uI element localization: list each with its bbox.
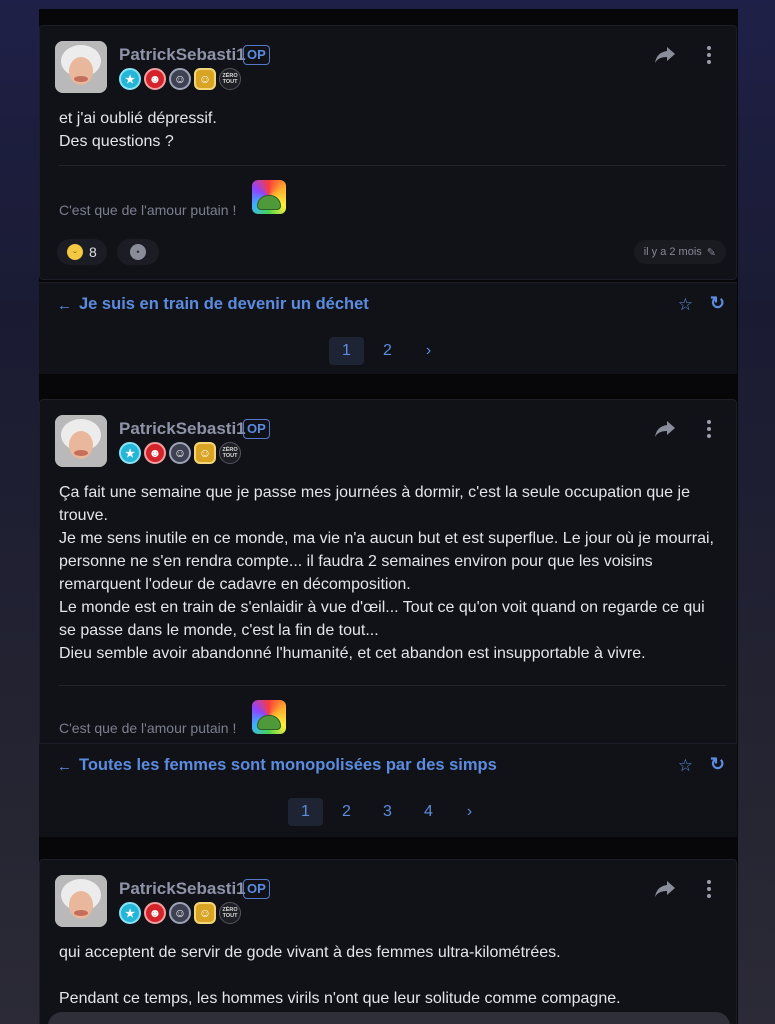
username[interactable]: PatrickSebasti1 bbox=[119, 45, 246, 65]
signature-divider bbox=[59, 165, 726, 166]
op-badge: OP bbox=[243, 879, 270, 899]
share-icon[interactable] bbox=[654, 880, 676, 898]
reaction-crying[interactable]: ᵕ 8 bbox=[57, 239, 107, 265]
gold-smiley-badge-icon[interactable]: ☺ bbox=[194, 68, 216, 90]
topic-bar-1: ← Je suis en train de devenir un déchet … bbox=[39, 282, 737, 374]
star-icon[interactable]: ☆ bbox=[678, 295, 693, 315]
pagination: 1 2 › bbox=[329, 337, 446, 365]
signature-text: C'est que de l'amour putain ! bbox=[59, 720, 237, 736]
post-line bbox=[59, 964, 721, 987]
back-arrow-icon[interactable]: ← bbox=[57, 758, 72, 775]
cyan-stars-badge-icon[interactable]: ★ bbox=[119, 68, 141, 90]
badge-row: ★ ☻ ☺ ☺ ZÉRO TOUT bbox=[119, 902, 241, 924]
post-body: et j'ai oublié dépressif. Des questions … bbox=[59, 107, 721, 153]
more-vertical-icon[interactable] bbox=[706, 879, 712, 899]
share-icon[interactable] bbox=[654, 420, 676, 438]
post-header: PatrickSebasti1 OP ★ ☻ ☺ ☺ ZÉRO TOUT bbox=[55, 415, 721, 467]
avatar[interactable] bbox=[55, 41, 107, 93]
post-line: Ça fait une semaine que je passe mes jou… bbox=[59, 484, 690, 524]
pagination: 1 2 3 4 › bbox=[288, 798, 487, 826]
red-clown-badge-icon[interactable]: ☻ bbox=[144, 902, 166, 924]
pepe-sticker-icon bbox=[252, 700, 286, 734]
grey-robot-badge-icon[interactable]: ☺ bbox=[169, 68, 191, 90]
back-arrow-icon[interactable]: ← bbox=[57, 297, 72, 314]
next-page-icon[interactable]: › bbox=[452, 798, 487, 826]
post-time[interactable]: il y a 2 mois ✎ bbox=[633, 240, 726, 264]
refresh-icon[interactable]: ↻ bbox=[710, 754, 725, 775]
edit-icon: ✎ bbox=[706, 246, 716, 259]
badge-row: ★ ☻ ☺ ☺ ZÉRO TOUT bbox=[119, 68, 241, 90]
post-card-3: PatrickSebasti1 OP ★ ☻ ☺ ☺ ZÉRO TOUT qui… bbox=[39, 859, 737, 1024]
post-header: PatrickSebasti1 OP ★ ☻ ☺ ☺ ZÉRO TOUT bbox=[55, 875, 721, 927]
zero-tout-badge-icon[interactable]: ZÉRO TOUT bbox=[219, 902, 241, 924]
page-frame: PatrickSebasti1 OP ★ ☻ ☺ ☺ ZÉRO TOUT et … bbox=[39, 9, 738, 1024]
signature-text: C'est que de l'amour putain ! bbox=[59, 202, 237, 218]
avatar[interactable] bbox=[55, 415, 107, 467]
post-body: qui acceptent de servir de gode vivant à… bbox=[59, 941, 721, 1010]
topic-bar-2: ← Toutes les femmes sont monopolisées pa… bbox=[39, 743, 737, 837]
star-icon[interactable]: ☆ bbox=[678, 756, 693, 776]
next-page-icon[interactable]: › bbox=[411, 337, 446, 365]
more-vertical-icon[interactable] bbox=[706, 419, 712, 439]
zero-tout-badge-icon[interactable]: ZÉRO TOUT bbox=[219, 442, 241, 464]
post-header: PatrickSebasti1 OP ★ ☻ ☺ ☺ ZÉRO TOUT bbox=[55, 41, 721, 93]
avatar[interactable] bbox=[55, 875, 107, 927]
signature-divider bbox=[59, 685, 726, 686]
page-2-button[interactable]: 2 bbox=[370, 337, 405, 365]
refresh-icon[interactable]: ↻ bbox=[710, 293, 725, 314]
post-line: Dieu semble avoir abandonné l'humanité, … bbox=[59, 645, 646, 662]
page-4-button[interactable]: 4 bbox=[411, 798, 446, 826]
post-line: Pendant ce temps, les hommes virils n'on… bbox=[59, 990, 621, 1007]
reaction-count: 8 bbox=[89, 244, 97, 260]
page-3-button[interactable]: 3 bbox=[370, 798, 405, 826]
topic-title-link[interactable]: Je suis en train de devenir un déchet bbox=[79, 295, 369, 314]
post-line: Je me sens inutile en ce monde, ma vie n… bbox=[59, 530, 714, 593]
page-1-button[interactable]: 1 bbox=[329, 337, 364, 365]
post-body: Ça fait une semaine que je passe mes jou… bbox=[59, 481, 721, 665]
share-icon[interactable] bbox=[654, 46, 676, 64]
grey-robot-badge-icon[interactable]: ☺ bbox=[169, 442, 191, 464]
time-text: il y a 2 mois bbox=[643, 246, 702, 258]
red-clown-badge-icon[interactable]: ☻ bbox=[144, 442, 166, 464]
post-line: Le monde est en train de s'enlaidir à vu… bbox=[59, 599, 705, 639]
post-line: et j'ai oublié dépressif. bbox=[59, 110, 217, 127]
add-reaction-button[interactable]: • bbox=[117, 239, 159, 265]
pepe-sticker-icon bbox=[252, 180, 286, 214]
page-1-button[interactable]: 1 bbox=[288, 798, 323, 826]
red-clown-badge-icon[interactable]: ☻ bbox=[144, 68, 166, 90]
more-vertical-icon[interactable] bbox=[706, 45, 712, 65]
op-badge: OP bbox=[243, 45, 270, 65]
gold-smiley-badge-icon[interactable]: ☺ bbox=[194, 902, 216, 924]
grey-robot-badge-icon[interactable]: ☺ bbox=[169, 902, 191, 924]
username[interactable]: PatrickSebasti1 bbox=[119, 419, 246, 439]
cyan-stars-badge-icon[interactable]: ★ bbox=[119, 902, 141, 924]
op-badge: OP bbox=[243, 419, 270, 439]
topic-title-link[interactable]: Toutes les femmes sont monopolisées par … bbox=[79, 756, 497, 775]
zero-tout-badge-icon[interactable]: ZÉRO TOUT bbox=[219, 68, 241, 90]
gold-smiley-badge-icon[interactable]: ☺ bbox=[194, 442, 216, 464]
username[interactable]: PatrickSebasti1 bbox=[119, 879, 246, 899]
post-card-2: PatrickSebasti1 OP ★ ☻ ☺ ☺ ZÉRO TOUT Ça … bbox=[39, 399, 737, 747]
cyan-stars-badge-icon[interactable]: ★ bbox=[119, 442, 141, 464]
bottom-input-bar[interactable] bbox=[48, 1012, 730, 1024]
add-reaction-icon: • bbox=[130, 244, 146, 260]
page-2-button[interactable]: 2 bbox=[329, 798, 364, 826]
crying-face-icon: ᵕ bbox=[67, 244, 83, 260]
badge-row: ★ ☻ ☺ ☺ ZÉRO TOUT bbox=[119, 442, 241, 464]
post-card-1: PatrickSebasti1 OP ★ ☻ ☺ ☺ ZÉRO TOUT et … bbox=[39, 25, 737, 280]
post-line: qui acceptent de servir de gode vivant à… bbox=[59, 944, 561, 961]
post-line: Des questions ? bbox=[59, 133, 174, 150]
